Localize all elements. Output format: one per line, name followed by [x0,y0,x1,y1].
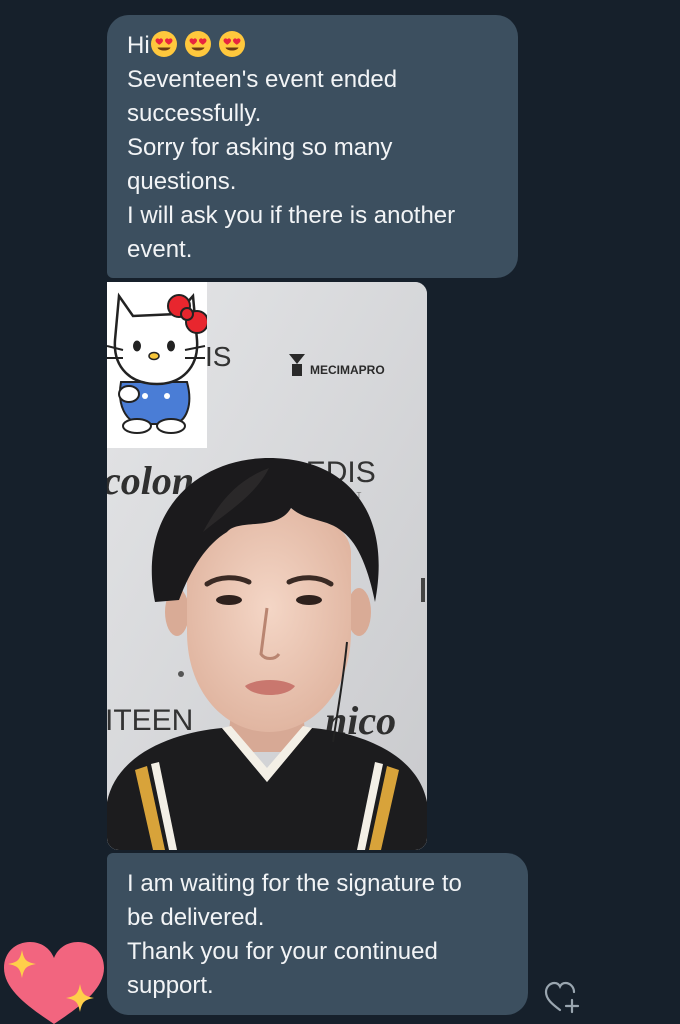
message-bubble-1[interactable]: Hi Seventeen's event ended successfully.… [107,15,518,278]
message-text: Hi [127,32,150,59]
heart-eyes-emoji [184,31,211,57]
message-line: support. [127,972,214,999]
message-line: Sorry for asking so many [127,134,393,161]
message-line: Hi [127,29,498,63]
message-line: be delivered. [127,904,265,931]
message-line: event. [127,236,193,263]
sparkle-heart-icon [4,942,104,1024]
add-reaction-heart-icon[interactable] [543,980,581,1014]
hello-kitty-sticker [107,282,207,448]
svg-text:MECIMAPRO: MECIMAPRO [310,363,385,377]
message-line: successfully. [127,100,262,127]
message-line: questions. [127,168,237,195]
heart-eyes-emoji [218,31,245,57]
backdrop-fragment-is: IS [205,341,231,372]
message-line: Thank you for your continued [127,938,438,965]
backdrop-fragment-iteen: ITEEN [107,704,193,737]
message-line: Seventeen's event ended [127,66,398,93]
message-line: I will ask you if there is another [127,202,456,229]
heart-eyes-emoji [150,31,177,57]
message-photo[interactable]: MECIMAPRO IS PLEDIS SIGNT colon ITEEN ni… [107,282,427,850]
message-bubble-2[interactable]: I am waiting for the signature to be del… [107,853,528,1015]
message-line: I am waiting for the signature to [127,870,462,897]
